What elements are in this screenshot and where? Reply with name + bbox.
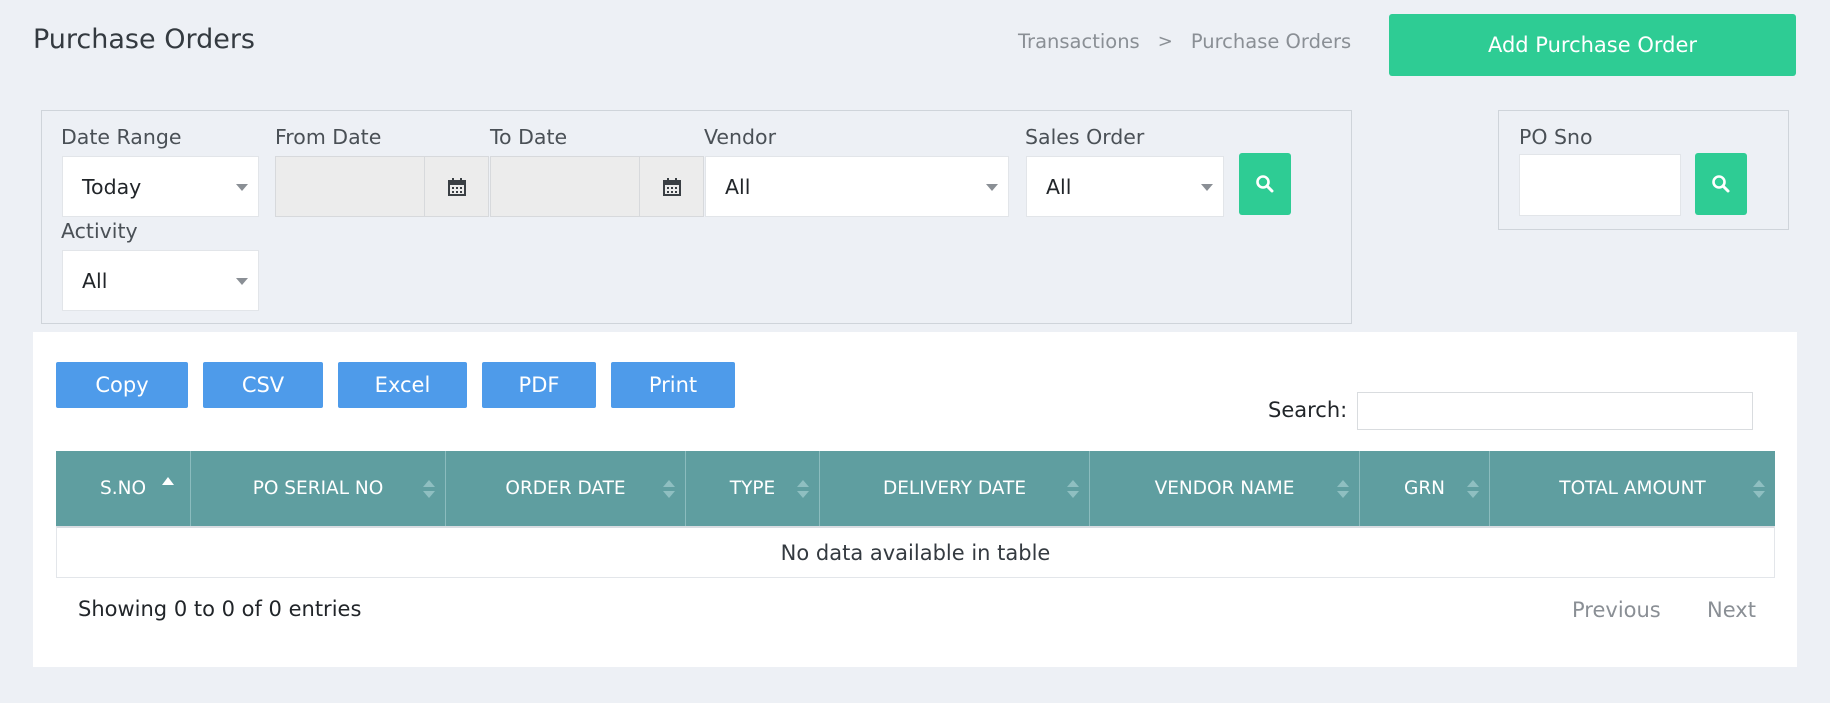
- table-info: Showing 0 to 0 of 0 entries: [78, 597, 362, 621]
- search-icon: [1712, 175, 1730, 193]
- column-header-label: S.NO: [99, 478, 147, 499]
- from-date-input[interactable]: [275, 156, 425, 217]
- column-header-po-serial-no[interactable]: PO SERIAL NO: [191, 451, 446, 526]
- csv-button[interactable]: CSV: [203, 362, 323, 408]
- vendor-value: All: [725, 174, 751, 199]
- caret-down-icon: [1201, 183, 1213, 191]
- table-header: S.NO PO SERIAL NO ORDER DATE TYPE DELIVE…: [56, 451, 1775, 526]
- column-header-label: TYPE: [729, 478, 776, 499]
- column-header-label: VENDOR NAME: [1154, 478, 1295, 499]
- caret-down-icon: [236, 277, 248, 285]
- sort-icon: [1067, 479, 1079, 498]
- pdf-button[interactable]: PDF: [482, 362, 596, 408]
- sort-icon: [423, 479, 435, 498]
- page-title: Purchase Orders: [33, 24, 255, 55]
- activity-value: All: [82, 268, 108, 293]
- calendar-icon[interactable]: [639, 156, 704, 217]
- vendor-label: Vendor: [704, 125, 777, 149]
- sort-asc-icon: [162, 476, 174, 485]
- filter-search-button[interactable]: [1239, 153, 1291, 215]
- column-header-order-date[interactable]: ORDER DATE: [446, 451, 686, 526]
- caret-down-icon: [986, 183, 998, 191]
- date-range-label: Date Range: [61, 125, 182, 149]
- vendor-select[interactable]: All: [705, 156, 1009, 217]
- column-header-label: PO SERIAL NO: [252, 478, 384, 499]
- po-sno-input[interactable]: [1519, 154, 1681, 216]
- from-date-label: From Date: [275, 125, 382, 149]
- previous-page-button[interactable]: Previous: [1572, 598, 1661, 622]
- search-icon: [1256, 175, 1274, 193]
- calendar-icon[interactable]: [424, 156, 489, 217]
- column-header-label: DELIVERY DATE: [882, 478, 1027, 499]
- sort-icon: [1337, 479, 1349, 498]
- table-search-input[interactable]: [1357, 392, 1753, 430]
- breadcrumb: Transactions > Purchase Orders: [1018, 30, 1351, 53]
- copy-button[interactable]: Copy: [56, 362, 188, 408]
- chevron-right-icon: >: [1157, 31, 1173, 52]
- to-date-input[interactable]: [490, 156, 640, 217]
- add-purchase-order-button[interactable]: Add Purchase Order: [1389, 14, 1796, 76]
- sort-icon: [1753, 479, 1765, 498]
- po-sno-label: PO Sno: [1519, 125, 1593, 149]
- sort-icon: [663, 479, 675, 498]
- sales-order-label: Sales Order: [1025, 125, 1145, 149]
- date-range-value: Today: [82, 174, 142, 199]
- breadcrumb-item-purchase-orders: Purchase Orders: [1190, 30, 1352, 53]
- search-label: Search:: [1268, 398, 1348, 422]
- print-button[interactable]: Print: [611, 362, 735, 408]
- activity-label: Activity: [61, 219, 138, 243]
- po-sno-search-button[interactable]: [1695, 153, 1747, 215]
- activity-select[interactable]: All: [62, 250, 259, 311]
- column-header-vendor-name[interactable]: VENDOR NAME: [1090, 451, 1360, 526]
- sales-order-value: All: [1046, 174, 1072, 199]
- date-range-select[interactable]: Today: [62, 156, 259, 217]
- next-page-button[interactable]: Next: [1707, 598, 1756, 622]
- column-header-grn[interactable]: GRN: [1360, 451, 1490, 526]
- column-header-sno[interactable]: S.NO: [56, 451, 191, 526]
- column-header-total-amount[interactable]: TOTAL AMOUNT: [1490, 451, 1775, 526]
- excel-button[interactable]: Excel: [338, 362, 467, 408]
- table-empty-row: No data available in table: [56, 526, 1775, 578]
- to-date-label: To Date: [490, 125, 568, 149]
- sales-order-select[interactable]: All: [1026, 156, 1224, 217]
- breadcrumb-item-transactions[interactable]: Transactions: [1018, 30, 1140, 53]
- sort-icon: [1467, 479, 1479, 498]
- column-header-label: TOTAL AMOUNT: [1559, 478, 1706, 499]
- column-header-delivery-date[interactable]: DELIVERY DATE: [820, 451, 1090, 526]
- column-header-label: GRN: [1403, 478, 1446, 499]
- caret-down-icon: [236, 183, 248, 191]
- column-header-type[interactable]: TYPE: [686, 451, 820, 526]
- sort-icon: [797, 479, 809, 498]
- column-header-label: ORDER DATE: [505, 478, 626, 499]
